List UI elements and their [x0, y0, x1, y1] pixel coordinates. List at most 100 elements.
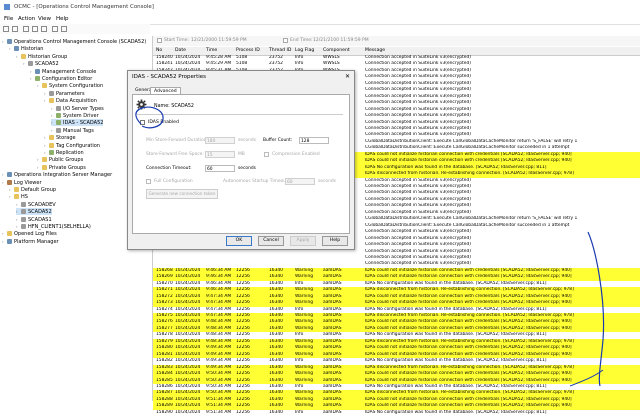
- tree-node-label: System Configuration: [49, 83, 104, 90]
- tree-node[interactable]: › System Configuration: [37, 82, 103, 89]
- col-thread-id[interactable]: Thread ID: [269, 48, 291, 53]
- cancel-button[interactable]: Cancel: [258, 236, 284, 246]
- col-time[interactable]: Time: [206, 48, 217, 53]
- tree-node[interactable]: › Parameters: [44, 90, 85, 97]
- tree-node[interactable]: › Historian Group: [16, 53, 67, 60]
- col-component[interactable]: Component: [323, 48, 350, 53]
- tree-node[interactable]: › Tag Configuration: [44, 142, 100, 149]
- menu-file[interactable]: File: [4, 16, 13, 22]
- tree-node[interactable]: › Platform Manager: [2, 238, 59, 245]
- cell-comp: aahIDAS: [323, 409, 342, 415]
- tree-node[interactable]: › Manual Tags: [51, 127, 94, 134]
- tree-node-label: Configuration Editor: [42, 76, 93, 82]
- tree-node[interactable]: › Replication: [44, 149, 84, 156]
- refresh-icon[interactable]: [41, 26, 47, 32]
- cell-msg: IDAS No configuration was found in the d…: [365, 409, 547, 415]
- tree-node[interactable]: › I/O Server Types: [51, 105, 104, 112]
- forward-icon[interactable]: [12, 26, 18, 32]
- view-icon[interactable]: [61, 26, 67, 32]
- server-icon: [28, 61, 33, 67]
- table-row[interactable]: 158290 10/24/2024 9:51:34 AM 12256 16340 Info…: [153, 410, 640, 416]
- idas-enabled-checkbox[interactable]: [140, 120, 145, 125]
- tree-node[interactable]: › Public Groups: [37, 156, 83, 163]
- tree-node-label: Operations Integration Server Manager: [14, 172, 113, 179]
- tree-node[interactable]: › SCADA52: [16, 208, 52, 216]
- close-icon[interactable]: ✕: [345, 73, 350, 80]
- server-icon: [56, 105, 61, 111]
- tree-node-label: Historian Group: [28, 53, 68, 60]
- console-icon: [35, 68, 40, 74]
- generate-token-button[interactable]: Generate new connection token: [146, 189, 218, 199]
- tree-node[interactable]: › Opened Log Files: [2, 230, 57, 237]
- tree-node-label: IDAS - SCADA52: [63, 120, 104, 127]
- tree-node-label: Management Console: [42, 68, 97, 75]
- tree-node-label: Platform Manager: [14, 238, 59, 245]
- tree-node[interactable]: › SCADAS1: [16, 216, 52, 223]
- tree-node[interactable]: › Configuration Editor: [30, 75, 92, 82]
- ok-button[interactable]: OK: [226, 236, 252, 246]
- col-no[interactable]: No: [156, 48, 162, 53]
- cell-time: 9:51:34 AM: [206, 409, 232, 415]
- tree-node[interactable]: › Management Console: [30, 68, 96, 75]
- log-icon: [7, 179, 12, 185]
- folder-icon: [49, 135, 54, 141]
- col-log-flag[interactable]: Log Flag: [295, 48, 314, 53]
- tree-node[interactable]: › Operations Integration Server Manager: [2, 171, 112, 178]
- tree-node[interactable]: › Operations Control Management Console (…: [2, 38, 146, 45]
- tree-node-label: HS: [21, 194, 28, 201]
- server-icon: [21, 201, 26, 207]
- console-icon: [7, 39, 12, 44]
- tree-node-label: Parameters: [56, 90, 85, 97]
- toolbar: [0, 24, 150, 34]
- tree-node[interactable]: › Private Groups: [37, 164, 86, 171]
- server-icon: [56, 127, 61, 133]
- help-button[interactable]: Help: [322, 236, 348, 246]
- folder-icon: [7, 231, 12, 237]
- app-icon: [4, 4, 10, 10]
- tree-node[interactable]: › Log Viewer: [2, 179, 42, 186]
- tree-node[interactable]: › SCADA52: [23, 60, 59, 67]
- tree-node[interactable]: › Default Group: [9, 186, 56, 193]
- min-store-input[interactable]: 180: [205, 137, 235, 144]
- folder-icon: [42, 83, 47, 89]
- end-time-label: End Time:: [290, 38, 313, 43]
- cell-no: 158290: [156, 409, 173, 415]
- tree-node-label: Tag Configuration: [56, 142, 100, 149]
- properties-icon[interactable]: [32, 26, 38, 32]
- autonomous-input[interactable]: 60: [285, 178, 315, 185]
- end-time-checkbox[interactable]: [283, 38, 288, 43]
- tree-node[interactable]: › Storage: [44, 134, 76, 141]
- cell-flag: Info: [295, 409, 304, 415]
- menu-help[interactable]: Help: [56, 16, 69, 22]
- col-process-id[interactable]: Process ID: [236, 48, 260, 53]
- tree-node-label: Historian: [21, 46, 44, 53]
- menu-action[interactable]: Action: [18, 16, 35, 22]
- connection-timeout-input[interactable]: 60: [205, 165, 235, 172]
- connection-timeout-label: Connection Timeout:: [146, 166, 192, 171]
- tree-node[interactable]: › Data Acquisition: [44, 97, 97, 104]
- folder-icon[interactable]: [23, 26, 29, 32]
- tree-node[interactable]: › IDAS - SCADA52: [51, 119, 104, 127]
- menu-view[interactable]: View: [38, 16, 51, 22]
- store-free-input[interactable]: 15: [205, 151, 235, 158]
- compression-checkbox[interactable]: [264, 152, 269, 157]
- tree-node[interactable]: › System Driver: [51, 112, 99, 119]
- folder-icon: [21, 53, 26, 59]
- col-message[interactable]: Message: [365, 48, 385, 53]
- help-icon[interactable]: [52, 26, 58, 32]
- full-config-checkbox[interactable]: [146, 179, 151, 184]
- start-time-input[interactable]: 12/21/2000 11:59:59 PM: [191, 38, 247, 43]
- tree-node[interactable]: › HFN_CLIENT1(SELHELLA): [16, 223, 91, 230]
- tree-node-label: Opened Log Files: [14, 231, 57, 238]
- tree-node[interactable]: › Historian: [9, 45, 43, 52]
- start-time-checkbox[interactable]: [157, 38, 162, 43]
- back-icon[interactable]: [3, 26, 9, 32]
- tree-node[interactable]: › HS: [9, 193, 28, 200]
- buffer-count-input[interactable]: 128: [299, 137, 329, 144]
- end-time-input[interactable]: 12/21/2100 11:59:59 PM: [313, 38, 369, 43]
- tree-node[interactable]: › SCADADEV: [16, 201, 56, 208]
- apply-button[interactable]: Apply: [290, 236, 316, 246]
- autonomous-label: Autonomous Startup Timeout:: [223, 179, 290, 184]
- start-time-label: Start Time:: [164, 38, 189, 43]
- col-date[interactable]: Date: [175, 48, 186, 53]
